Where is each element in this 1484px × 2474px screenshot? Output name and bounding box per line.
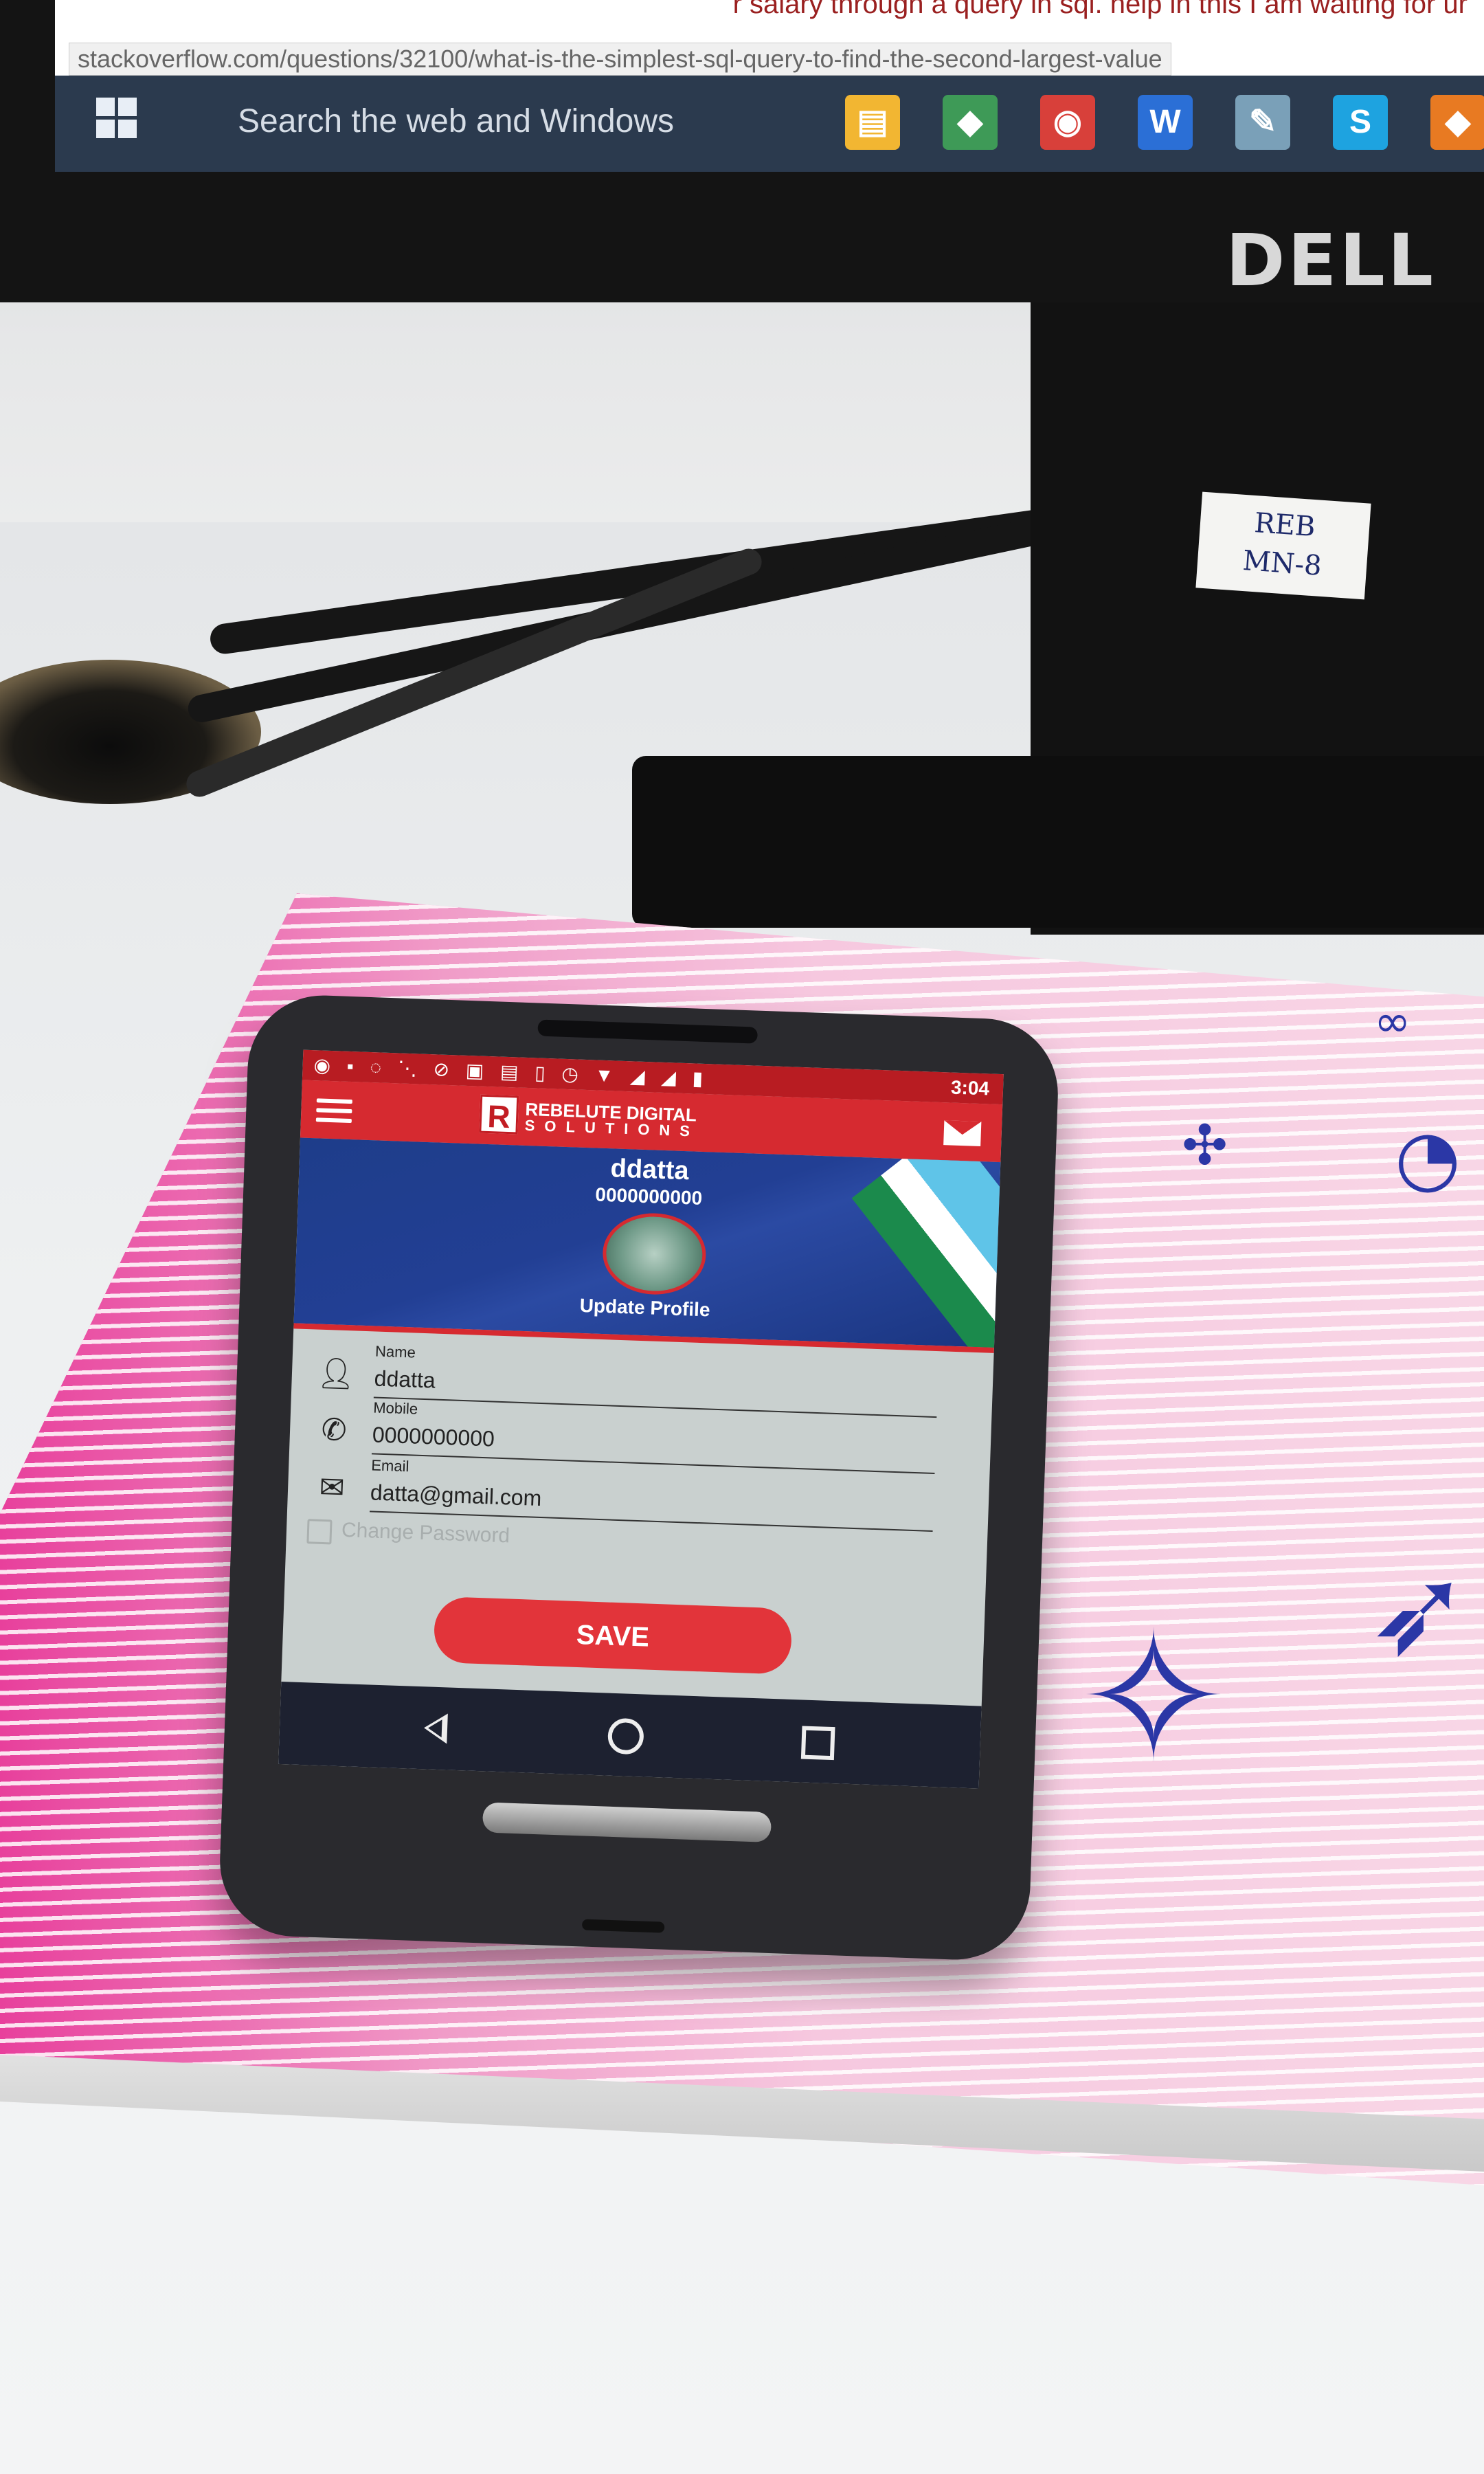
android-navigation-bar: [278, 1682, 982, 1789]
change-password-label[interactable]: Change Password: [341, 1519, 510, 1548]
phone-screen: ◉ ▪ ◌ ⋱ ⊘ ▣ ▤ ▯ ◷ ▼ ◢ ◢ ▮ 3:04 R REBELUT…: [278, 1049, 1004, 1789]
smartphone: ◉ ▪ ◌ ⋱ ⊘ ▣ ▤ ▯ ◷ ▼ ◢ ◢ ▮ 3:04 R REBELUT…: [217, 992, 1061, 1963]
person-icon: 👤︎: [316, 1356, 356, 1392]
pen-doodle-plane: ➶: [1367, 1539, 1471, 1683]
envelope-icon: ✉: [318, 1470, 346, 1506]
word-icon[interactable]: W: [1138, 95, 1193, 150]
android-studio-icon[interactable]: ◆: [943, 95, 998, 150]
profile-form: 👤︎ Name ddatta ✆ Mobile 0000000000 ✉ Ema…: [282, 1323, 994, 1675]
hamburger-menu-icon[interactable]: [315, 1098, 352, 1124]
brand-logo: R REBELUTE DIGITAL SOLUTIONS: [479, 1094, 810, 1148]
status-time: 3:04: [950, 1076, 990, 1100]
home-icon[interactable]: [607, 1717, 644, 1755]
windows-start-icon[interactable]: [96, 98, 137, 139]
page-text: r salary through a query in sql. help in…: [732, 0, 1468, 19]
email-label: Email: [370, 1456, 409, 1475]
profile-header: ddatta 0000000000 Update Profile: [293, 1137, 1001, 1353]
taskbar-search-box[interactable]: Search the web and Windows: [179, 91, 911, 153]
monitor-screen: r salary through a query in sql. help in…: [55, 0, 1484, 172]
file-explorer-icon[interactable]: ▤: [845, 95, 900, 150]
name-label: Name: [374, 1342, 416, 1361]
mail-icon[interactable]: [943, 1120, 982, 1147]
dell-logo: DELL: [1226, 219, 1436, 302]
monitor-stand-base: [632, 756, 1484, 928]
phone-icon: ✆: [320, 1412, 348, 1448]
chrome-icon[interactable]: ◉: [1040, 95, 1095, 150]
pen-doodle-star: ✧: [1079, 1594, 1228, 1802]
save-button[interactable]: SAVE: [433, 1596, 793, 1675]
asset-sticker: REB MN-8: [1195, 491, 1371, 600]
back-icon[interactable]: [423, 1713, 448, 1744]
monitor: r salary through a query in sql. help in…: [0, 0, 1484, 302]
phone-earpiece: [537, 1019, 758, 1044]
browser-page: r salary through a query in sql. help in…: [55, 0, 1484, 77]
status-url[interactable]: stackoverflow.com/questions/32100/what-i…: [69, 43, 1171, 76]
notes-icon[interactable]: ✎: [1235, 95, 1290, 150]
recent-apps-icon[interactable]: [800, 1726, 835, 1761]
usb-port: [581, 1919, 665, 1933]
android-studio-alt-icon[interactable]: ◆: [1430, 95, 1484, 150]
pen-doodle-loops: ∞: [1374, 996, 1411, 1047]
mobile-label: Mobile: [372, 1398, 418, 1418]
avatar[interactable]: [601, 1212, 708, 1297]
phone-speaker: [482, 1802, 772, 1843]
brand-logo-mark: R: [479, 1094, 519, 1135]
pen-doodle-circle: ◔: [1395, 1113, 1461, 1201]
pen-doodle-flower: ✣: [1182, 1113, 1228, 1177]
skype-icon[interactable]: S: [1333, 95, 1388, 150]
change-password-row[interactable]: Change Password: [306, 1515, 510, 1549]
change-password-checkbox[interactable]: [306, 1519, 333, 1545]
windows-taskbar: Search the web and Windows ▤ ◆ ◉ W ✎ S ◆: [55, 76, 1484, 172]
